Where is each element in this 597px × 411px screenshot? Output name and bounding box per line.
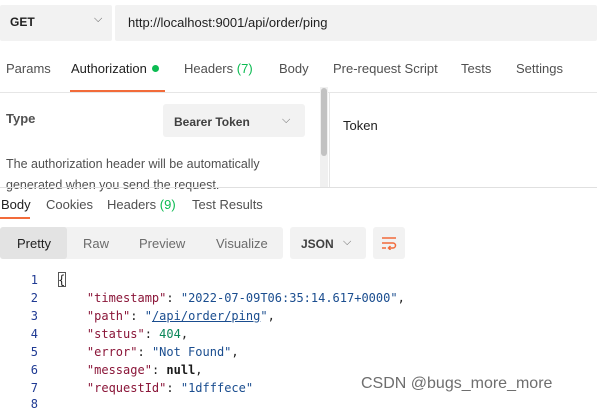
response-tab-cookies[interactable]: Cookies xyxy=(46,197,93,212)
tab-headers[interactable]: Headers (7) xyxy=(184,61,253,76)
tab-authorization-label: Authorization xyxy=(71,61,147,76)
line-number: 1 xyxy=(30,273,38,287)
code-line: "requestId": "1dfffece" xyxy=(86,381,254,395)
line-number: 2 xyxy=(30,291,38,305)
format-value: JSON xyxy=(301,237,334,251)
url-value[interactable]: http://localhost:9001/api/order/ping xyxy=(128,15,327,30)
code-line: "error": "Not Found", xyxy=(86,345,239,359)
code-line: "path": "/api/order/ping", xyxy=(86,309,275,323)
line-number: 4 xyxy=(30,327,38,341)
tab-headers-label: Headers xyxy=(184,61,234,76)
token-label: Token xyxy=(343,118,378,133)
tab-settings[interactable]: Settings xyxy=(516,61,563,76)
json-key: "error" xyxy=(86,345,138,359)
response-tab-headers[interactable]: Headers (9) xyxy=(107,197,176,212)
code-line: { xyxy=(58,273,66,287)
chevron-down-icon[interactable]: ⌵ xyxy=(94,13,102,26)
tab-params[interactable]: Params xyxy=(6,61,51,76)
auth-type-value: Bearer Token xyxy=(174,115,250,129)
watermark: CSDN @bugs_more_more xyxy=(361,375,553,392)
view-pretty-label[interactable]: Pretty xyxy=(17,236,51,251)
line-number: 6 xyxy=(30,363,38,377)
response-tab-test-results[interactable]: Test Results xyxy=(192,197,263,212)
tab-authorization[interactable]: Authorization xyxy=(71,61,159,76)
json-value: 404 xyxy=(159,327,181,341)
panel-divider xyxy=(329,92,330,188)
auth-type-label: Type xyxy=(6,111,36,126)
view-raw-button[interactable]: Raw xyxy=(83,236,109,251)
scrollbar-thumb[interactable] xyxy=(321,88,327,156)
response-tab-body[interactable]: Body xyxy=(1,197,31,212)
json-value: "2022-07-09T06:35:14.617+0000" xyxy=(180,291,398,305)
chevron-down-icon[interactable]: ⌵ xyxy=(343,236,351,249)
active-tab-indicator xyxy=(0,217,30,219)
headers-count: (7) xyxy=(236,61,253,76)
tab-tests[interactable]: Tests xyxy=(461,61,491,76)
method-value: GET xyxy=(10,15,35,29)
line-number: 7 xyxy=(30,381,38,395)
tab-body[interactable]: Body xyxy=(279,61,309,76)
json-key: "status" xyxy=(86,327,145,341)
auth-description: The authorization header will be automat… xyxy=(6,157,260,192)
json-key: "path" xyxy=(86,309,131,323)
tab-prerequest-script[interactable]: Pre-request Script xyxy=(333,61,438,76)
divider xyxy=(0,92,597,93)
json-key: "requestId" xyxy=(86,381,167,395)
code-line: "message": null, xyxy=(86,363,203,377)
wrap-lines-icon xyxy=(382,237,397,250)
response-headers-count: (9) xyxy=(159,197,176,212)
path-link[interactable]: /api/order/ping xyxy=(152,309,260,323)
json-value: "1dfffece" xyxy=(180,381,254,395)
divider xyxy=(0,187,597,188)
view-visualize-button[interactable]: Visualize xyxy=(216,236,268,251)
json-value: null xyxy=(166,363,196,377)
json-key: "message" xyxy=(86,363,152,377)
status-dot-icon xyxy=(151,65,159,72)
view-preview-button[interactable]: Preview xyxy=(139,236,185,251)
line-number: 3 xyxy=(30,309,38,323)
json-key: "timestamp" xyxy=(86,291,167,305)
line-number: 5 xyxy=(30,345,38,359)
code-line: "timestamp": "2022-07-09T06:35:14.617+00… xyxy=(86,291,405,305)
code-line: "status": 404, xyxy=(86,327,189,341)
response-tab-headers-label: Headers xyxy=(107,197,157,212)
chevron-down-icon[interactable]: ⌵ xyxy=(282,114,290,127)
line-number: 8 xyxy=(30,397,38,411)
json-value: "Not Found" xyxy=(151,345,232,359)
